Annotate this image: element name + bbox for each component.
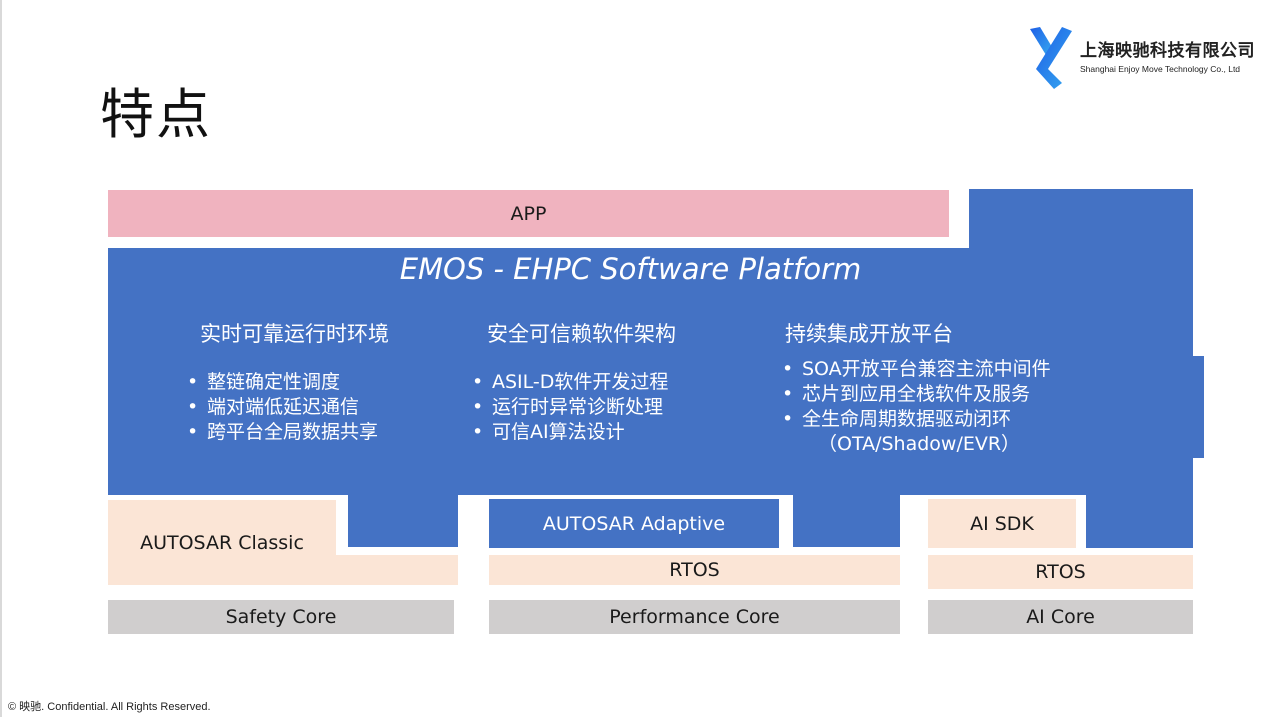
rtos-ai-block: RTOS <box>928 555 1193 589</box>
feature-heading-open-platform: 持续集成开放平台 <box>785 322 953 346</box>
feature-list-open-platform: SOA开放平台兼容主流中间件 芯片到应用全栈软件及服务 全生命周期数据驱动闭环 … <box>780 357 1051 457</box>
slide-left-border <box>0 0 2 717</box>
platform-leg-safety <box>348 494 458 547</box>
company-name-en: Shanghai Enjoy Move Technology Co., Ltd <box>1080 64 1241 74</box>
feature-item: ASIL-D软件开发过程 <box>470 370 668 395</box>
ai-sdk-label: AI SDK <box>970 512 1034 535</box>
app-layer: APP <box>108 190 949 237</box>
feature-item: 运行时异常诊断处理 <box>470 395 668 420</box>
ai-sdk-block: AI SDK <box>928 499 1076 548</box>
feature-item: 跨平台全局数据共享 <box>185 420 378 445</box>
enjoymove-logo-icon <box>1030 27 1072 89</box>
platform-title: EMOS - EHPC Software Platform <box>399 252 862 286</box>
ai-core-label: AI Core <box>1026 606 1095 628</box>
platform-leg-ai <box>1086 494 1193 548</box>
company-logo: 上海映驰科技有限公司 Shanghai Enjoy Move Technolog… <box>1018 20 1264 96</box>
feature-item-continuation: （OTA/Shadow/EVR） <box>818 433 1021 455</box>
feature-item: 端对端低延迟通信 <box>185 395 378 420</box>
platform-right-bump <box>1192 356 1204 458</box>
rtos-performance-block: RTOS <box>489 555 900 585</box>
autosar-classic-label: AUTOSAR Classic <box>140 532 304 554</box>
performance-core-block: Performance Core <box>489 600 900 634</box>
feature-item: 整链确定性调度 <box>185 370 378 395</box>
platform-top-tab <box>969 189 1193 249</box>
rtos-performance-label: RTOS <box>669 559 720 581</box>
rtos-ai-label: RTOS <box>1035 561 1086 583</box>
feature-heading-realtime: 实时可靠运行时环境 <box>200 322 389 346</box>
feature-heading-safety: 安全可信赖软件架构 <box>487 322 676 346</box>
feature-item: 芯片到应用全栈软件及服务 <box>780 382 1051 407</box>
copyright-footer: © 映驰. Confidential. All Rights Reserved. <box>8 701 211 713</box>
feature-item: 全生命周期数据驱动闭环 <box>780 407 1051 432</box>
ai-core-block: AI Core <box>928 600 1193 634</box>
autosar-adaptive-block: AUTOSAR Adaptive <box>489 499 779 548</box>
safety-core-label: Safety Core <box>225 606 337 628</box>
feature-item: 可信AI算法设计 <box>470 420 668 445</box>
feature-item: SOA开放平台兼容主流中间件 <box>780 357 1051 382</box>
feature-list-safety: ASIL-D软件开发过程 运行时异常诊断处理 可信AI算法设计 <box>470 370 668 445</box>
slide-title: 特点 <box>100 83 212 146</box>
safety-core-block: Safety Core <box>108 600 454 634</box>
company-name-cn: 上海映驰科技有限公司 <box>1080 41 1255 61</box>
performance-core-label: Performance Core <box>609 606 780 628</box>
feature-list-realtime: 整链确定性调度 端对端低延迟通信 跨平台全局数据共享 <box>185 370 378 445</box>
autosar-adaptive-label: AUTOSAR Adaptive <box>542 512 726 535</box>
platform-leg-performance <box>793 494 900 547</box>
app-layer-label: APP <box>510 202 547 225</box>
